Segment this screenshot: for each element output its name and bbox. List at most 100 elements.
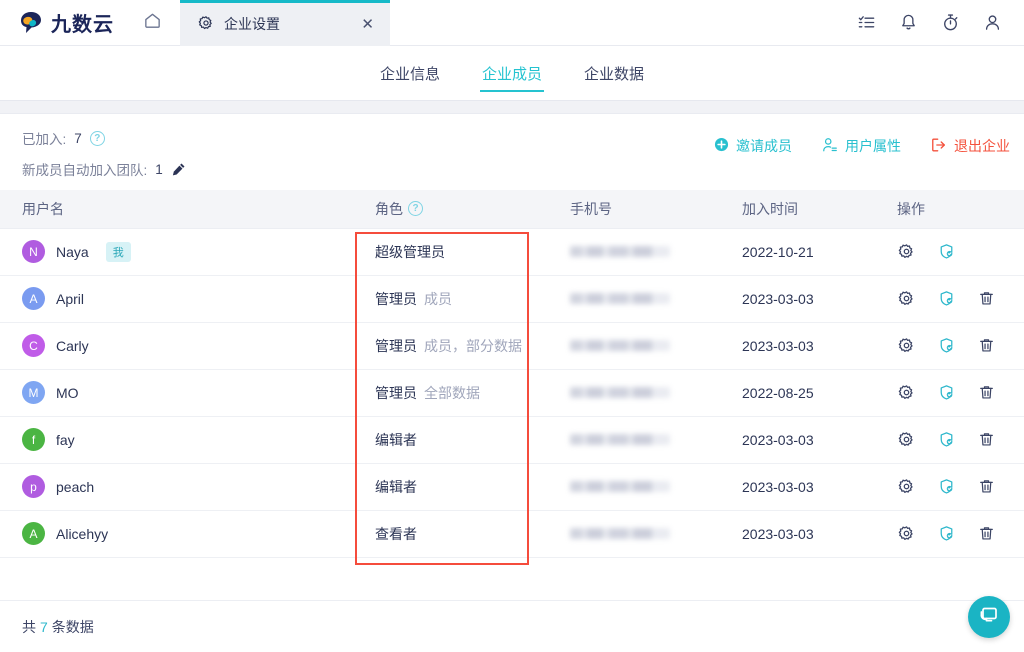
column-header-username[interactable]: 用户名 <box>0 190 355 228</box>
shield-check-icon[interactable] <box>937 431 955 449</box>
tab-enterprise-info-label: 企业信息 <box>380 63 440 84</box>
column-header-operations[interactable]: 操作 <box>897 190 1024 228</box>
table-row[interactable]: AApril管理员成员2023-03-03 <box>0 275 1024 322</box>
cell-phone <box>570 463 742 510</box>
member-actions: 邀请成员 用户属性 <box>714 136 1010 156</box>
total-count: 7 <box>40 619 48 635</box>
column-header-phone[interactable]: 手机号 <box>570 190 742 228</box>
cell-username: MMO <box>0 369 355 416</box>
join-date-label: 2022-08-25 <box>742 385 814 401</box>
shield-check-icon[interactable] <box>937 337 955 355</box>
table-row[interactable]: AAlicehyy查看者2023-03-03 <box>0 510 1024 557</box>
shield-check-icon[interactable] <box>937 384 955 402</box>
auto-join-team-line: 新成员自动加入团队: 1 <box>22 159 1002 179</box>
shield-check-icon[interactable] <box>937 243 955 261</box>
cell-role: 管理员全部数据 <box>355 369 570 416</box>
cell-phone <box>570 416 742 463</box>
section-tabs: 企业信息 企业成员 企业数据 <box>0 46 1024 100</box>
cell-username: ffay <box>0 416 355 463</box>
auto-join-team-label: 新成员自动加入团队: <box>22 159 147 179</box>
tab-enterprise-data[interactable]: 企业数据 <box>582 46 646 100</box>
trash-icon[interactable] <box>977 525 995 543</box>
cell-operations <box>897 510 1024 557</box>
invite-member-button[interactable]: 邀请成员 <box>714 136 792 156</box>
role-label: 编辑者 <box>375 479 417 495</box>
tab-enterprise-data-label: 企业数据 <box>584 63 644 84</box>
gear-icon[interactable] <box>897 525 915 543</box>
question-mark-icon[interactable]: ? <box>408 201 423 216</box>
role-label: 查看者 <box>375 526 417 542</box>
joined-value: 7 <box>74 131 82 146</box>
table-row[interactable]: MMO管理员全部数据 2022-08-25 <box>0 369 1024 416</box>
table-row[interactable]: CCarly管理员成员，部分数据2023-03-03 <box>0 322 1024 369</box>
cell-operations <box>897 463 1024 510</box>
join-date-label: 2023-03-03 <box>742 291 814 307</box>
bell-icon[interactable] <box>898 13 918 33</box>
brand-logo[interactable]: 九数云 <box>0 8 114 37</box>
table-header-row: 用户名 角色 ? 手机号 加入时间 操作 <box>0 190 1024 228</box>
table-row[interactable]: NNaya我超级管理员2022-10-21 <box>0 228 1024 275</box>
shield-check-icon[interactable] <box>937 525 955 543</box>
gear-icon[interactable] <box>897 478 915 496</box>
gear-icon[interactable] <box>897 384 915 402</box>
support-chat-button[interactable] <box>968 596 1010 638</box>
cell-operations <box>897 322 1024 369</box>
tab-enterprise-members[interactable]: 企业成员 <box>480 46 544 100</box>
pencil-icon[interactable] <box>171 162 186 177</box>
cell-username: AAlicehyy <box>0 510 355 557</box>
trash-icon[interactable] <box>977 478 995 496</box>
role-scope-label: 成员 <box>424 291 452 307</box>
tab-enterprise-settings[interactable]: 企业设置 ✕ <box>180 0 390 46</box>
gear-icon[interactable] <box>897 431 915 449</box>
gear-icon[interactable] <box>897 337 915 355</box>
table-row[interactable]: ppeach编辑者2023-03-03 <box>0 463 1024 510</box>
join-date-label: 2023-03-03 <box>742 338 814 354</box>
top-bar: 九数云 企业设置 ✕ <box>0 0 1024 46</box>
leave-enterprise-button[interactable]: 退出企业 <box>931 136 1010 156</box>
app-window: 九数云 企业设置 ✕ <box>0 0 1024 652</box>
column-header-phone-label: 手机号 <box>570 199 612 219</box>
username-label: Naya <box>56 244 89 260</box>
question-mark-icon[interactable]: ? <box>90 131 105 146</box>
user-attributes-button[interactable]: 用户属性 <box>822 136 901 156</box>
trash-icon[interactable] <box>977 431 995 449</box>
column-header-join-time-label: 加入时间 <box>742 199 798 219</box>
column-header-join-time[interactable]: 加入时间 <box>742 190 897 228</box>
join-date-label: 2023-03-03 <box>742 432 814 448</box>
avatar: A <box>22 287 45 310</box>
user-icon[interactable] <box>982 13 1002 33</box>
role-label: 管理员 <box>375 385 417 401</box>
cell-username: CCarly <box>0 322 355 369</box>
shield-check-icon[interactable] <box>937 290 955 308</box>
timer-icon[interactable] <box>940 13 960 33</box>
gear-icon[interactable] <box>897 243 915 261</box>
cell-join-time: 2022-10-21 <box>742 228 897 275</box>
trash-icon[interactable] <box>977 384 995 402</box>
section-divider <box>0 100 1024 114</box>
trash-icon[interactable] <box>977 337 995 355</box>
table-header: 用户名 角色 ? 手机号 加入时间 操作 <box>0 190 1024 228</box>
tab-strip: 企业设置 ✕ <box>180 0 390 46</box>
phone-masked <box>570 434 670 445</box>
join-date-label: 2022-10-21 <box>742 244 814 260</box>
gear-icon[interactable] <box>897 290 915 308</box>
column-header-role[interactable]: 角色 ? <box>355 190 570 228</box>
close-icon[interactable]: ✕ <box>347 15 374 33</box>
nine-cloud-logo-icon <box>18 10 44 36</box>
username-label: Alicehyy <box>56 526 108 542</box>
home-button[interactable] <box>132 0 172 46</box>
role-scope-label: 成员，部分数据 <box>424 338 522 354</box>
shield-check-icon[interactable] <box>937 478 955 496</box>
cell-role: 超级管理员 <box>355 228 570 275</box>
person-attribute-icon <box>822 137 838 156</box>
avatar: f <box>22 428 45 451</box>
phone-masked <box>570 340 670 351</box>
cell-join-time: 2023-03-03 <box>742 322 897 369</box>
trash-icon[interactable] <box>977 290 995 308</box>
cell-phone <box>570 322 742 369</box>
phone-masked <box>570 246 670 257</box>
role-label: 编辑者 <box>375 432 417 448</box>
task-list-icon[interactable] <box>856 13 876 33</box>
table-row[interactable]: ffay 编辑者 2023-03-03 <box>0 416 1024 463</box>
tab-enterprise-info[interactable]: 企业信息 <box>378 46 442 100</box>
